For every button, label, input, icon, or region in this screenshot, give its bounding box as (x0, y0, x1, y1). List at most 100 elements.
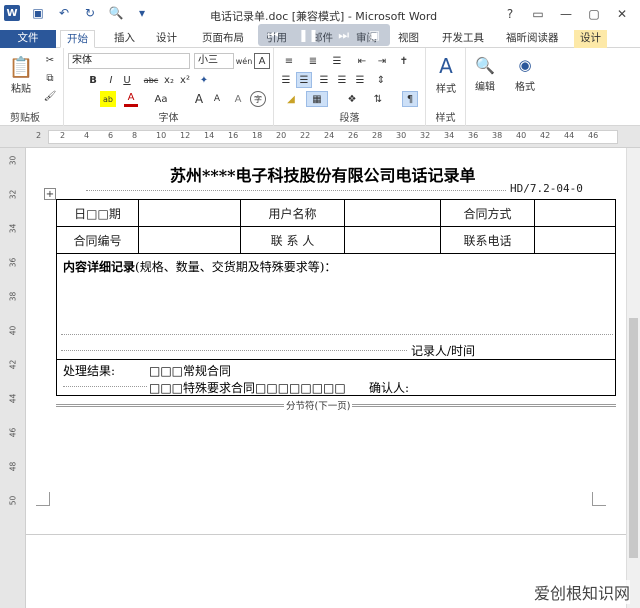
close-button[interactable]: ✕ (608, 4, 636, 24)
table-cell[interactable] (534, 226, 616, 254)
text-effects-icon[interactable]: ✦ (196, 72, 212, 88)
tab-design[interactable]: 设计 (150, 30, 183, 48)
table-cell[interactable] (344, 226, 441, 254)
grow-font-button[interactable]: A (192, 91, 206, 107)
ruler-mark: 46 (588, 131, 599, 140)
ribbon-display-button[interactable]: ▭ (524, 4, 552, 24)
align-left-icon[interactable]: ☰ (278, 72, 294, 88)
tab-page-layout[interactable]: 页面布局 (196, 30, 250, 48)
table-move-handle-icon[interactable]: + (44, 188, 56, 200)
char-border-button[interactable]: A (254, 53, 270, 69)
tab-view[interactable]: 视图 (392, 30, 425, 48)
minimize-button[interactable]: — (552, 4, 580, 24)
distributed-icon[interactable]: ☰ (352, 72, 368, 88)
undo-icon[interactable]: ↶ (56, 5, 72, 21)
multilevel-list-icon[interactable]: ☰ (328, 53, 346, 69)
format-icon[interactable]: ◉ (514, 54, 536, 76)
increase-indent-icon[interactable]: ⇥ (374, 53, 390, 69)
result-section[interactable]: 处理结果: □□□常规合同 □□□特殊要求合同□□□□□□□□ 确认人: (56, 360, 616, 396)
tab-insert[interactable]: 插入 (108, 30, 141, 48)
tab-foxit-reader[interactable]: 福昕阅读器 (500, 30, 565, 48)
table-cell[interactable] (534, 199, 616, 227)
dotted-line (63, 386, 147, 387)
cut-icon[interactable]: ✂ (42, 52, 58, 68)
paste-button[interactable]: 粘贴 (4, 80, 38, 95)
underline-button[interactable]: U (120, 72, 134, 88)
table-cell[interactable]: 合同编号 (56, 226, 139, 254)
paste-icon[interactable]: 📋 (6, 54, 36, 80)
styles-icon[interactable]: A (434, 54, 458, 78)
print-preview-icon[interactable]: 🔍 (108, 5, 124, 21)
prev-icon[interactable]: ⏮ (268, 28, 279, 43)
table-cell[interactable]: 联 系 人 (240, 226, 345, 254)
table-cell[interactable] (344, 199, 441, 227)
format-button[interactable]: 格式 (508, 78, 542, 93)
enclose-char-icon[interactable]: 字 (250, 91, 266, 107)
redo-icon[interactable]: ↻ (82, 5, 98, 21)
superscript-button[interactable]: x² (178, 72, 192, 88)
highlight-button[interactable]: ab (100, 91, 116, 107)
binoculars-icon[interactable]: 🔍 (474, 54, 496, 76)
copy-icon[interactable]: ⧉ (42, 70, 58, 86)
chinese-layout-icon[interactable]: ✝ (396, 53, 412, 69)
shrink-font-button[interactable]: A (210, 91, 224, 107)
styles-button[interactable]: 样式 (428, 80, 464, 95)
tab-developer[interactable]: 开发工具 (436, 30, 490, 48)
change-case-button[interactable]: Aa (150, 91, 172, 107)
font-name-select[interactable]: 宋体 (68, 53, 190, 69)
tab-file[interactable]: 文件 (0, 30, 56, 48)
customize-qat-icon[interactable]: ▾ (134, 5, 150, 21)
option-regular-contract[interactable]: □□□常规合同 (149, 362, 231, 379)
next-icon[interactable]: ⏭ (338, 28, 349, 43)
table-cell[interactable] (138, 226, 241, 254)
table-cell[interactable]: 联系电话 (440, 226, 535, 254)
dotted-line (61, 350, 407, 351)
subscript-button[interactable]: x₂ (162, 72, 176, 88)
italic-button[interactable]: I (104, 72, 118, 88)
document-page[interactable]: 苏州****电子科技股份有限公司电话记录单 HD/7.2-04-0 + 日□□期… (26, 148, 626, 608)
save-icon[interactable]: ▣ (30, 5, 46, 21)
vertical-scrollbar[interactable] (626, 148, 640, 608)
edit-button[interactable]: 编辑 (468, 78, 502, 93)
table-cell[interactable] (138, 199, 241, 227)
clear-format-button[interactable]: A (230, 91, 246, 107)
sort-icon[interactable]: ⇅ (370, 91, 386, 107)
document-title: 苏州****电子科技股份有限公司电话记录单 (170, 166, 476, 185)
borders-icon[interactable]: ▦ (306, 91, 328, 107)
fullscreen-icon[interactable]: ▣ (369, 28, 380, 42)
paragraph-group: ≡ ≣ ☰ ⇤ ⇥ ✝ ☰ ☰ ☰ ☰ ☰ ⇕ ◢ ▦ ❖ ⇅ ¶ 段落 (274, 48, 426, 126)
align-center-icon[interactable]: ☰ (296, 72, 312, 88)
table-cell[interactable]: 合同方式 (440, 199, 535, 227)
font-color-button[interactable]: A (124, 91, 138, 107)
bold-button[interactable]: B (86, 72, 100, 88)
line-spacing-icon[interactable]: ⇕ (372, 72, 390, 88)
show-marks-icon[interactable]: ¶ (402, 91, 418, 107)
strikethrough-button[interactable]: abc (142, 72, 160, 88)
decrease-indent-icon[interactable]: ⇤ (354, 53, 370, 69)
table-cell[interactable]: 日□□期 (56, 199, 139, 227)
horizontal-ruler[interactable]: 2 2 4 6 8 10 12 14 16 18 20 22 24 26 28 30 32 34 36 38 40 42 4… (0, 126, 640, 148)
clipboard-group-label: 剪贴板 (10, 113, 40, 124)
tab-home[interactable]: 开始 (60, 30, 95, 48)
help-button[interactable]: ? (496, 4, 524, 24)
page-corner-mark (592, 492, 606, 506)
option-special-contract[interactable]: □□□特殊要求合同□□□□□□□□ (149, 379, 346, 396)
bullets-icon[interactable]: ≡ (280, 53, 298, 69)
shading-icon[interactable]: ◢ (280, 91, 302, 107)
tab-table-design[interactable]: 设计 (574, 30, 607, 48)
detail-section[interactable]: 内容详细记录(规格、数量、交货期及特殊要求等)： 记录人/时间 (56, 254, 616, 360)
scrollbar-thumb[interactable] (629, 318, 638, 558)
justify-icon[interactable]: ☰ (334, 72, 350, 88)
pause-icon[interactable]: ❚❚ (298, 28, 318, 42)
format-painter-icon[interactable]: 🖌 (42, 88, 58, 104)
window-title: 电话记录单.doc [兼容模式] - Microsoft Word (210, 10, 438, 23)
font-size-select[interactable]: 小三 (194, 53, 234, 69)
asian-layout-icon[interactable]: ❖ (342, 91, 362, 107)
table-cell[interactable]: 用户名称 (240, 199, 345, 227)
phonetic-guide-button[interactable]: wén (236, 53, 253, 69)
styles-group-label: 样式 (435, 113, 456, 124)
maximize-button[interactable]: ▢ (580, 4, 608, 24)
align-right-icon[interactable]: ☰ (316, 72, 332, 88)
vertical-ruler[interactable]: 30 32 34 36 38 40 42 44 46 48 50 (0, 148, 26, 608)
numbering-icon[interactable]: ≣ (304, 53, 322, 69)
